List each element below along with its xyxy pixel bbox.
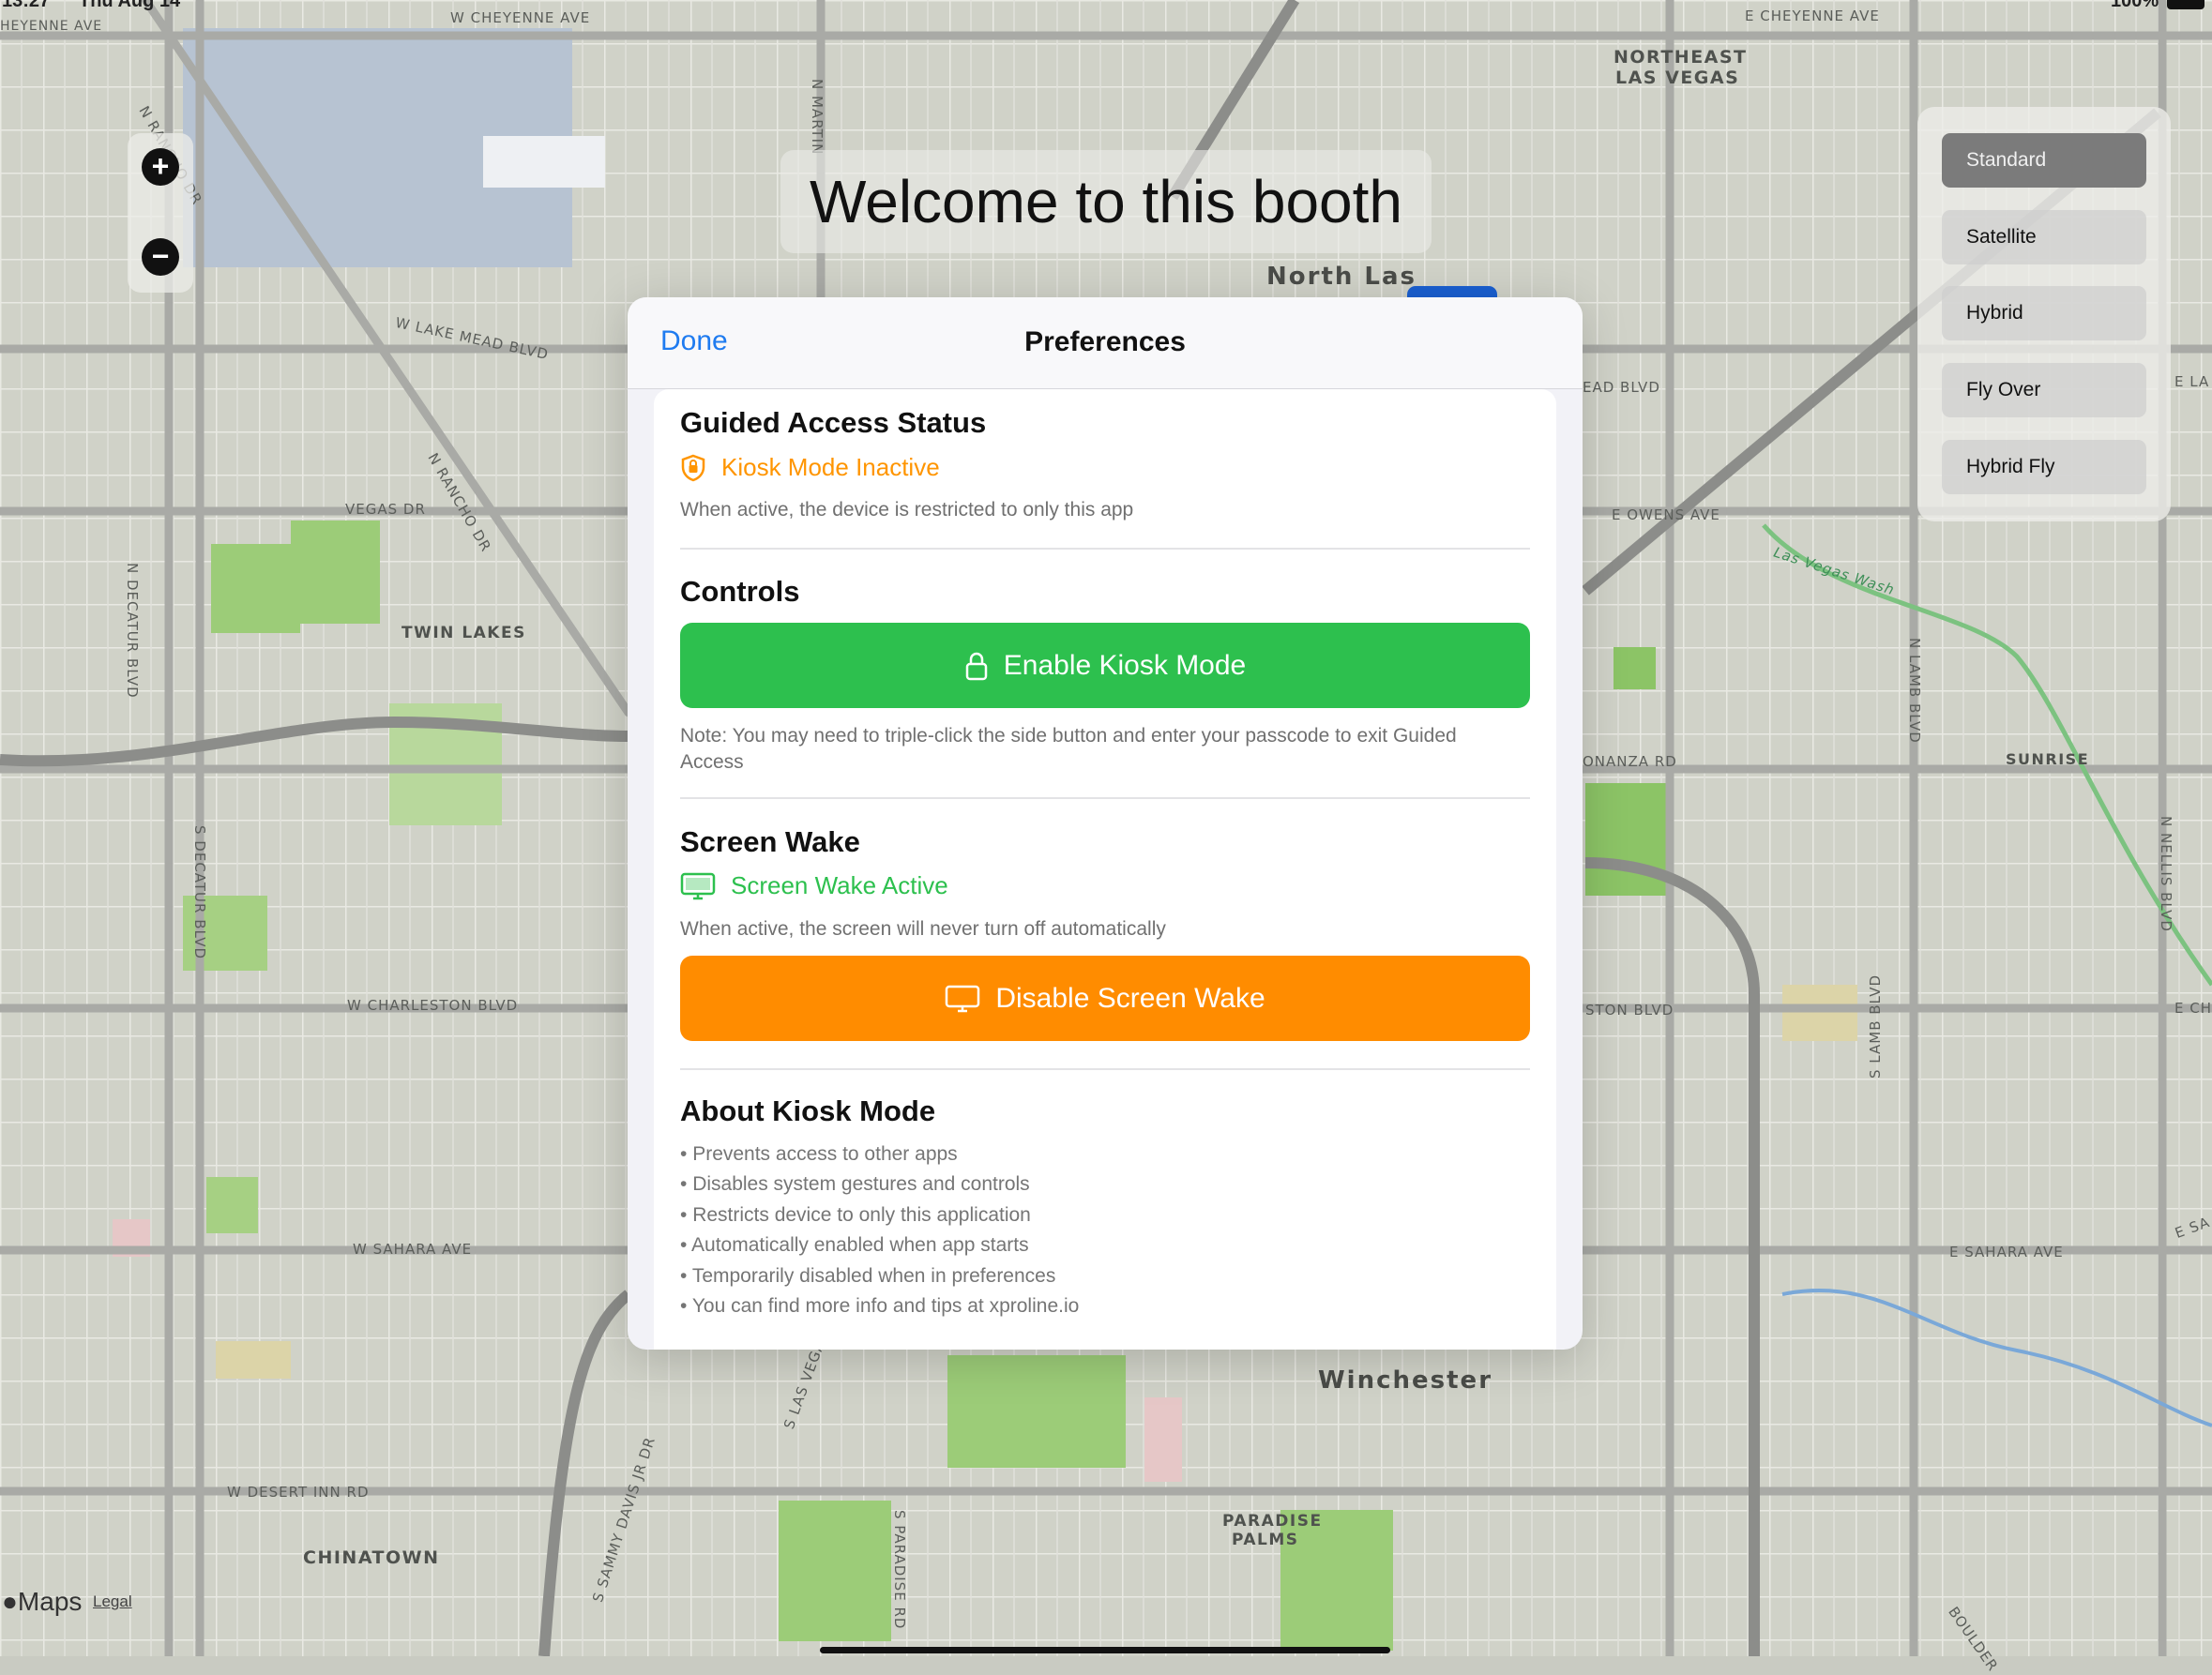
zoom-controls: + − (128, 133, 193, 293)
screen-wake-status-label: Screen Wake Active (731, 871, 948, 899)
map-label: E LA (2174, 373, 2210, 390)
battery-percent: 100% (2111, 0, 2159, 11)
map-label: PARADISE (1222, 1512, 1323, 1531)
home-indicator[interactable] (820, 1647, 1390, 1653)
map-label: Winchester (1318, 1366, 1493, 1395)
controls-title: Controls (680, 575, 800, 608)
apple-logo-icon: ● (2, 1587, 18, 1616)
kiosk-status: Kiosk Mode Inactive (680, 453, 940, 482)
map-label: N MARTIN (809, 79, 826, 156)
map-label: TWIN LAKES (401, 624, 526, 642)
map-type-standard[interactable]: Standard (1942, 133, 2146, 188)
about-title: About Kiosk Mode (680, 1094, 936, 1127)
screen-wake-status: Screen Wake Active (680, 871, 948, 900)
list-item: Prevents access to other apps (680, 1139, 1079, 1169)
sheet-title: Preferences (1024, 326, 1186, 357)
map-label: SUNRISE (2006, 750, 2090, 768)
maps-label: Maps (17, 1587, 83, 1616)
kiosk-status-label: Kiosk Mode Inactive (721, 453, 940, 481)
list-item: Temporarily disabled when in preferences (680, 1261, 1079, 1291)
list-item: Disables system gestures and controls (680, 1169, 1079, 1200)
disable-screen-wake-label: Disable Screen Wake (995, 982, 1265, 1014)
map-label: N DECATUR BLVD (124, 563, 141, 699)
controls-note: Note: You may need to triple-click the s… (680, 725, 1457, 773)
map-label: HEYENNE AVE (0, 19, 103, 34)
battery-icon (2167, 0, 2204, 9)
guided-access-title: Guided Access Status (680, 406, 987, 439)
map-label: S PARADISE RD (891, 1510, 908, 1630)
map-label: S LAMB BLVD (1867, 973, 1884, 1079)
divider (680, 1068, 1530, 1070)
map-label: PALMS (1232, 1531, 1299, 1549)
map-label: North Las (1266, 263, 1417, 291)
list-item: You can find more info and tips at xprol… (680, 1291, 1079, 1321)
map-label: CHINATOWN (303, 1547, 440, 1568)
map-label: W CHEYENNE AVE (450, 9, 591, 26)
map-label: STON BLVD (1585, 1002, 1674, 1019)
map-label: ONANZA RD (1583, 753, 1677, 770)
status-date: Thu Aug 14 (79, 0, 181, 11)
map-type-flyover[interactable]: Fly Over (1942, 363, 2146, 417)
map-label: NORTHEAST (1614, 47, 1748, 68)
map-label: W SAHARA AVE (353, 1241, 473, 1258)
map-type-hybrid[interactable]: Hybrid (1942, 286, 2146, 340)
zoom-in-button[interactable]: + (142, 148, 179, 186)
display-icon (946, 985, 980, 1012)
list-item: Automatically enabled when app starts (680, 1230, 1079, 1260)
list-item: Restricts device to only this applicatio… (680, 1200, 1079, 1230)
welcome-banner: Welcome to this booth (780, 150, 1432, 253)
status-time: 13:27 (2, 0, 51, 11)
preferences-sheet: Done Preferences Guided Access Status Ki… (628, 297, 1583, 1350)
map-type-satellite[interactable]: Satellite (1942, 210, 2146, 264)
maps-attribution: ●Maps (2, 1587, 82, 1617)
map-label: W DESERT INN RD (227, 1484, 370, 1501)
screen-wake-title: Screen Wake (680, 825, 860, 858)
map-type-hybrid-fly[interactable]: Hybrid Fly (1942, 440, 2146, 494)
enable-kiosk-label: Enable Kiosk Mode (1003, 649, 1247, 681)
map-label: VEGAS DR (345, 501, 426, 518)
divider (680, 797, 1530, 799)
legal-link[interactable]: Legal (93, 1592, 132, 1611)
map-type-selector: Standard Satellite Hybrid Fly Over Hybri… (1917, 107, 2171, 521)
enable-kiosk-button[interactable]: Enable Kiosk Mode (680, 623, 1530, 708)
map-label: E CHEYENNE AVE (1745, 8, 1880, 24)
lock-icon (965, 652, 987, 680)
disable-screen-wake-button[interactable]: Disable Screen Wake (680, 956, 1530, 1041)
about-list: Prevents access to other apps Disables s… (680, 1139, 1079, 1321)
map-label: N LAMB BLVD (1906, 638, 1923, 744)
map-label: S DECATUR BLVD (191, 825, 208, 960)
display-icon (680, 872, 716, 899)
map-label: W CHARLESTON BLVD (347, 997, 519, 1014)
map-label: EAD BLVD (1583, 379, 1660, 396)
map-label: E SAHARA AVE (1949, 1244, 2064, 1260)
guided-access-caption: When active, the device is restricted to… (680, 499, 1134, 521)
sheet-header: Done Preferences (628, 297, 1583, 389)
map-label: E OWENS AVE (1612, 506, 1720, 523)
screen-wake-caption: When active, the screen will never turn … (680, 918, 1166, 940)
divider (680, 548, 1530, 550)
map-label: N NELLIS BLVD (2158, 816, 2174, 932)
map-label: LAS VEGAS (1615, 68, 1740, 88)
shield-icon (681, 454, 705, 481)
map-label: E CH (2174, 1000, 2212, 1017)
zoom-out-button[interactable]: − (142, 238, 179, 276)
